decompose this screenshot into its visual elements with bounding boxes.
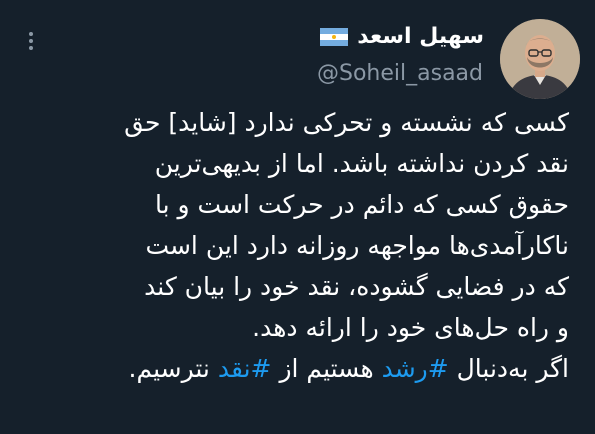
argentina-flag-icon [320,27,349,46]
tweet-text: کسی که نشسته و تحرکی ندارد [شاید] حق نقد… [19,102,569,389]
tweet-text-segment: نترسیم. [128,354,218,383]
tweet-line: که در فضایی گشوده، نقد خود را بیان کند [144,272,569,301]
more-dot [29,46,33,50]
more-options-icon[interactable] [22,32,40,50]
more-dot [29,39,33,43]
display-name-row: سهیل اسعد [320,24,484,49]
tweet-line: کسی که نشسته و تحرکی ندارد [شاید] حق [124,108,569,137]
tweet-line: نقد کردن نداشته باشد. اما از بدیهی‌ترین [154,149,569,178]
avatar[interactable] [500,19,580,99]
tweet-line: و راه حل‌های خود را ارائه دهد. [252,313,569,342]
tweet-line: حقوق کسی که دائم در حرکت است و با [154,190,569,219]
tweet-last-line: اگر به‌دنبال #رشد هستیم از #نقد نترسیم. [19,348,570,389]
hashtag-link[interactable]: #نقد [218,354,272,383]
more-dot [29,32,33,36]
tweet-text-segment: اگر به‌دنبال [448,354,569,383]
tweet-line: ناکارآمدی‌ها مواجهه روزانه دارد این است [145,231,569,260]
avatar-image [500,19,580,99]
display-name[interactable]: سهیل اسعد [357,24,484,49]
user-handle[interactable]: @Soheil_asaad [317,61,483,86]
hashtag-link[interactable]: #رشد [382,354,449,383]
tweet-card: سهیل اسعد @Soheil_asaad کسی که نشسته و ت… [0,0,595,434]
tweet-text-segment: هستیم از [271,354,382,383]
